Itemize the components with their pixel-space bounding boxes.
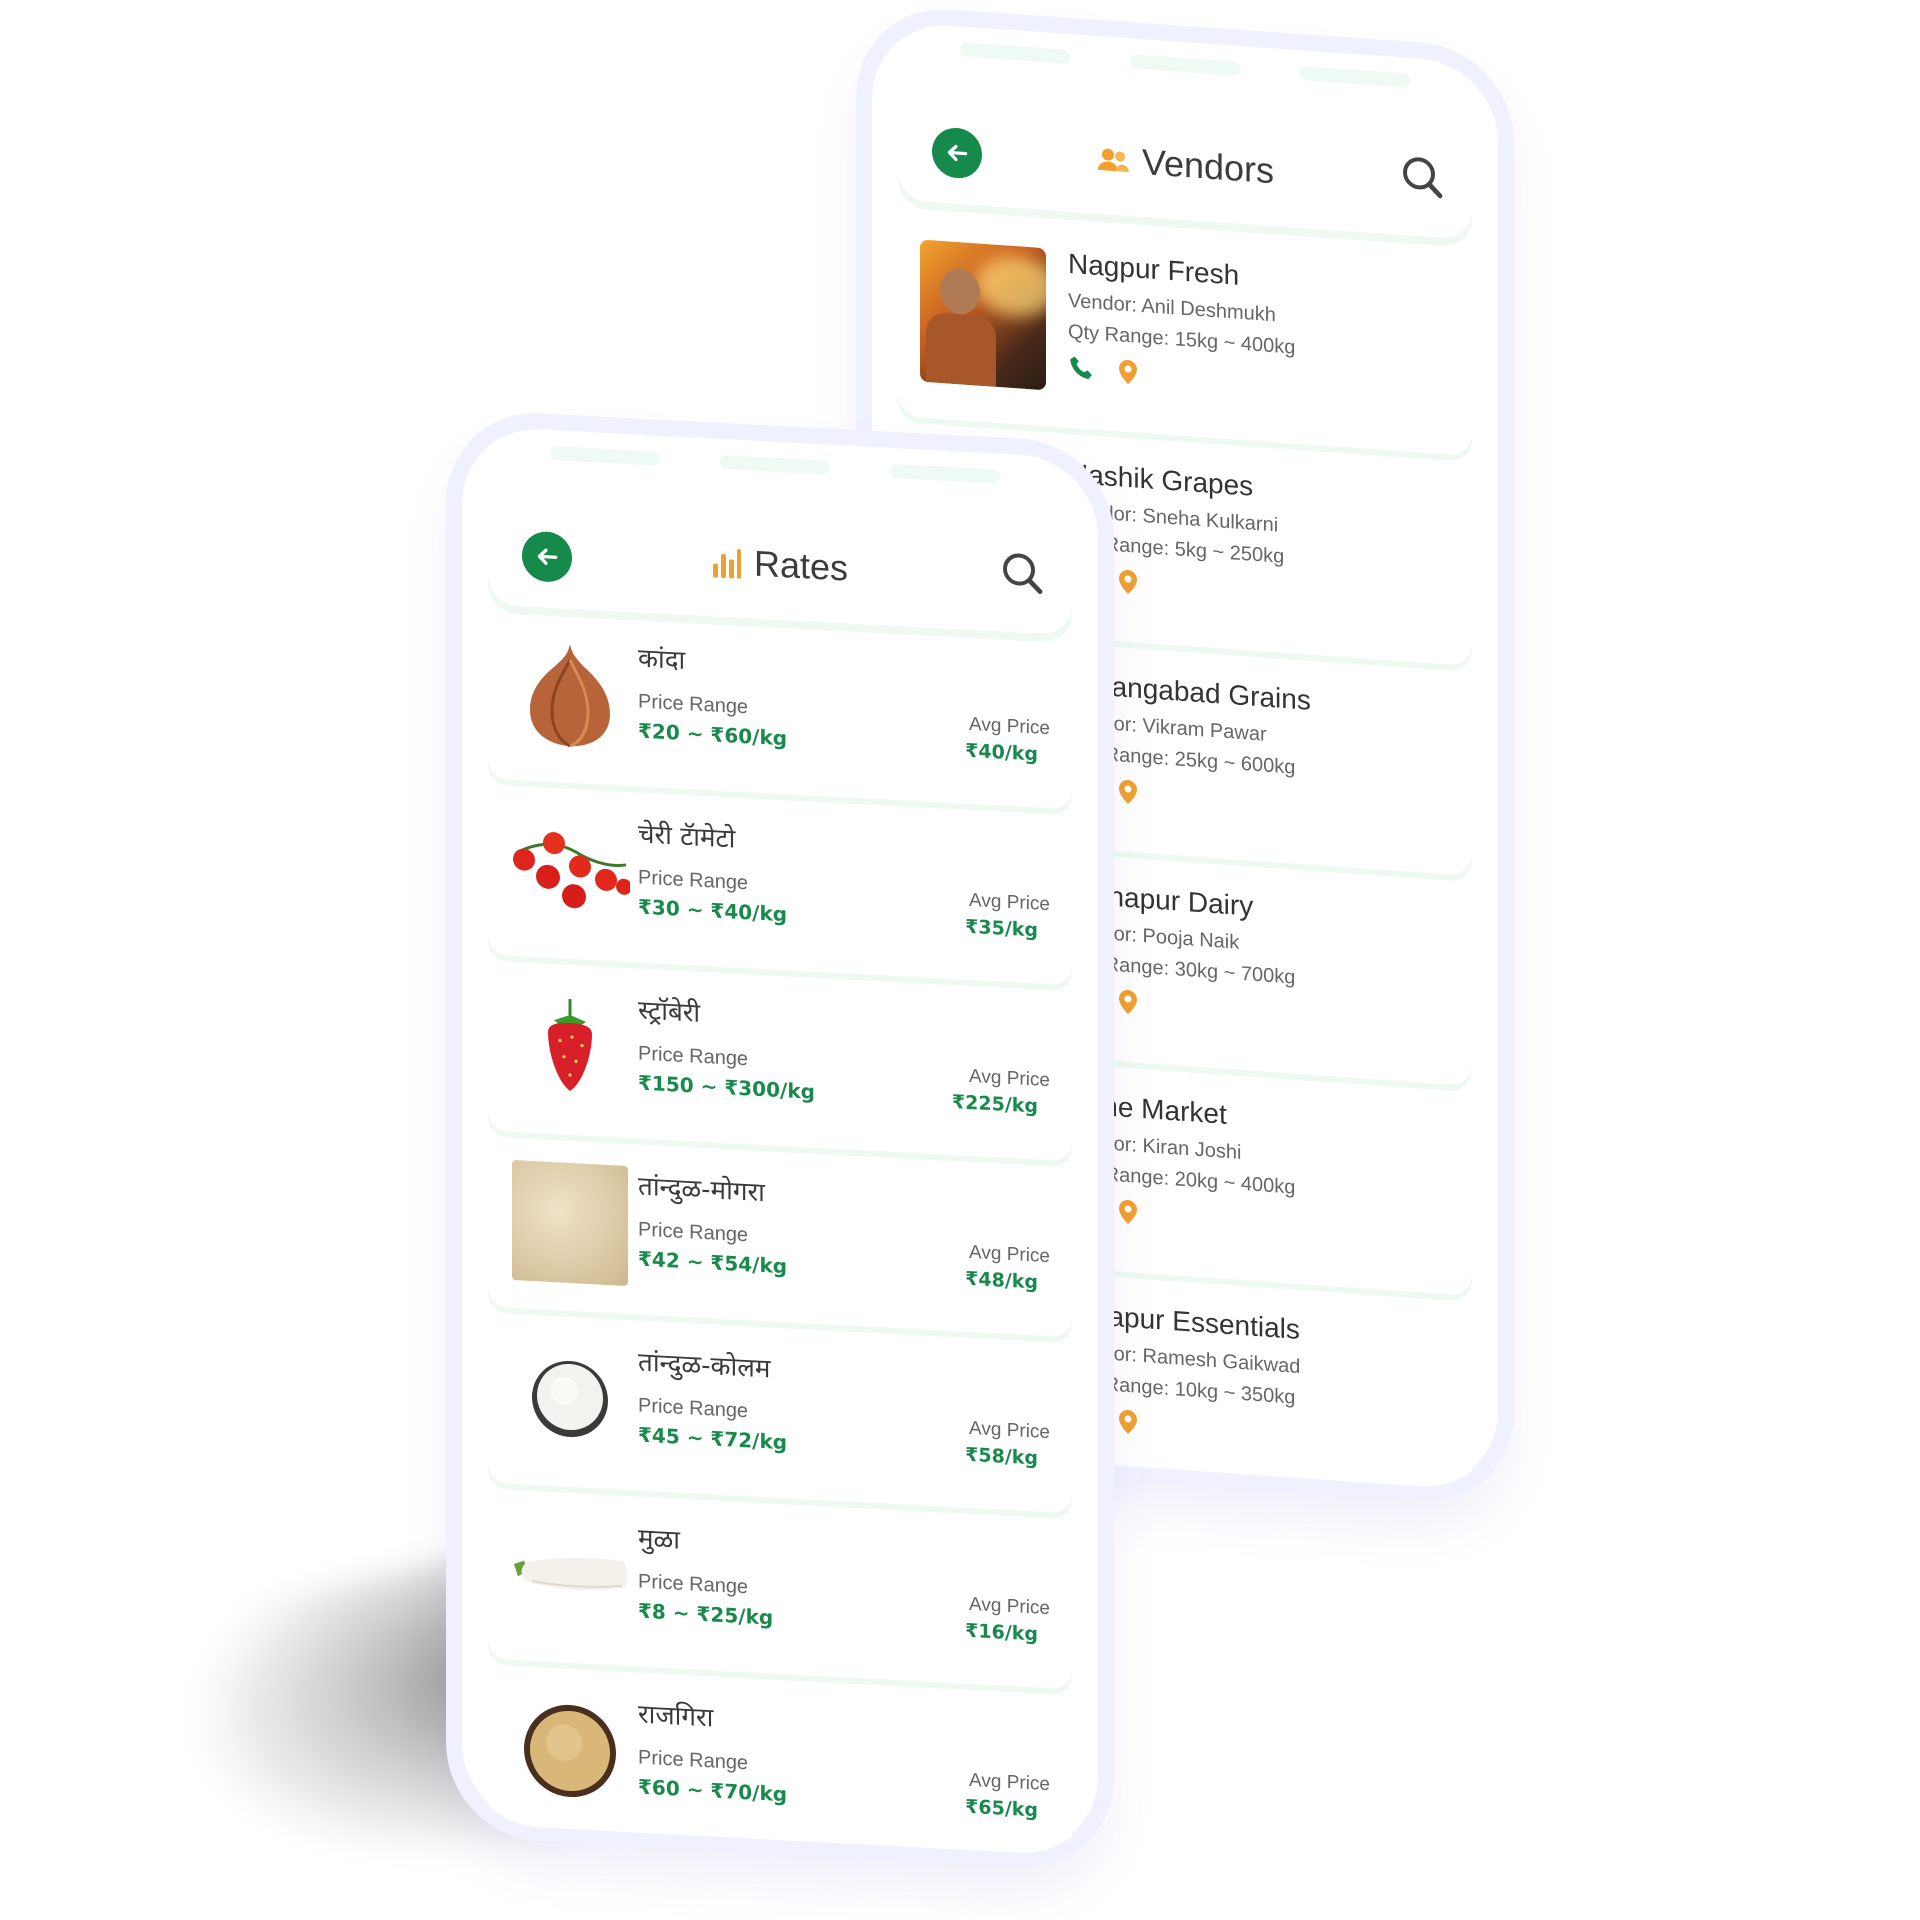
price-range: ₹8 ~ ₹25/kg xyxy=(638,1598,774,1630)
rate-item[interactable]: कांदा Price Range ₹20 ~ ₹60/kg Avg Price… xyxy=(488,616,1072,810)
avg-price: ₹58/kg xyxy=(965,1443,1038,1470)
avg-price: ₹16/kg xyxy=(965,1619,1038,1646)
item-name: कांदा xyxy=(638,643,686,677)
search-icon[interactable] xyxy=(1398,151,1446,202)
item-name: तांन्दुळ-मोगरा xyxy=(638,1171,765,1209)
price-range-label: Price Range xyxy=(638,866,749,895)
avg-price-label: Avg Price xyxy=(969,713,1050,740)
rate-item[interactable]: तांन्दुळ-मोगरा Price Range ₹42 ~ ₹54/kg … xyxy=(488,1144,1072,1338)
map-pin-icon[interactable] xyxy=(1116,1197,1142,1225)
avg-price: ₹65/kg xyxy=(965,1795,1038,1822)
page-title: Vendors xyxy=(898,124,1472,206)
item-name: स्ट्रॉबेरी xyxy=(638,995,701,1029)
avg-price-label: Avg Price xyxy=(969,1065,1050,1092)
rate-item[interactable]: स्ट्रॉबेरी Price Range ₹150 ~ ₹300/kg Av… xyxy=(488,968,1072,1162)
cherry-tomato-icon xyxy=(510,808,630,934)
page-title: Rates xyxy=(488,529,1072,602)
avg-price-label: Avg Price xyxy=(969,1417,1050,1444)
rate-item[interactable]: राजगिरा Price Range ₹60 ~ ₹70/kg Avg Pri… xyxy=(488,1672,1072,1857)
avg-price: ₹225/kg xyxy=(951,1091,1038,1118)
price-range: ₹150 ~ ₹300/kg xyxy=(638,1070,815,1104)
amaranth-bowl-icon xyxy=(510,1688,630,1814)
item-name: तांन्दुळ-कोलम xyxy=(638,1347,771,1385)
rates-header: Rates xyxy=(488,484,1072,636)
map-pin-icon[interactable] xyxy=(1116,567,1142,595)
price-range-label: Price Range xyxy=(638,1042,749,1071)
avg-price-label: Avg Price xyxy=(969,1241,1050,1268)
price-range-label: Price Range xyxy=(638,1570,749,1599)
item-name: मुळा xyxy=(638,1523,681,1556)
price-range-label: Price Range xyxy=(638,690,749,719)
rate-item[interactable]: मुळा Price Range ₹8 ~ ₹25/kg Avg Price ₹… xyxy=(488,1496,1072,1690)
rates-list: कांदा Price Range ₹20 ~ ₹60/kg Avg Price… xyxy=(488,616,1072,1857)
search-icon[interactable] xyxy=(998,547,1046,598)
rate-item[interactable]: चेरी टॅामेटो Price Range ₹30 ~ ₹40/kg Av… xyxy=(488,792,1072,986)
item-name: चेरी टॅामेटो xyxy=(638,819,736,855)
vendors-title: Vendors xyxy=(1141,140,1275,192)
rates-title: Rates xyxy=(753,542,849,589)
price-range-label: Price Range xyxy=(638,1218,749,1247)
price-range-label: Price Range xyxy=(638,1746,749,1775)
vendor-card[interactable]: Nagpur Fresh Vendor: Anil Deshmukh Qty R… xyxy=(898,219,1472,457)
map-pin-icon[interactable] xyxy=(1116,1407,1142,1435)
item-name: राजगिरा xyxy=(638,1699,714,1734)
price-range: ₹42 ~ ₹54/kg xyxy=(638,1246,788,1279)
map-pin-icon[interactable] xyxy=(1116,357,1142,385)
strawberry-icon xyxy=(510,984,630,1110)
avg-price: ₹48/kg xyxy=(965,1267,1038,1294)
avg-price: ₹35/kg xyxy=(965,915,1038,942)
avg-price-label: Avg Price xyxy=(969,1593,1050,1620)
price-range: ₹20 ~ ₹60/kg xyxy=(638,718,788,751)
people-icon xyxy=(1097,148,1129,173)
vendor-photo xyxy=(920,239,1046,391)
bar-chart-icon xyxy=(712,548,741,579)
price-range-label: Price Range xyxy=(638,1394,749,1423)
avg-price-label: Avg Price xyxy=(969,889,1050,916)
avg-price: ₹40/kg xyxy=(965,739,1038,766)
map-pin-icon[interactable] xyxy=(1116,987,1142,1015)
onion-icon xyxy=(510,632,630,758)
phone-icon[interactable] xyxy=(1068,354,1094,382)
radish-icon xyxy=(510,1512,630,1638)
rice-bowl-icon xyxy=(510,1336,630,1462)
price-range: ₹30 ~ ₹40/kg xyxy=(638,894,788,927)
rate-item[interactable]: तांन्दुळ-कोलम Price Range ₹45 ~ ₹72/kg A… xyxy=(488,1320,1072,1514)
rice-heap-icon xyxy=(510,1159,630,1287)
map-pin-icon[interactable] xyxy=(1116,777,1142,805)
rates-phone: Rates कांदा Price Range ₹20 ~ ₹60/kg Avg… xyxy=(460,423,1100,1857)
avg-price-label: Avg Price xyxy=(969,1769,1050,1796)
price-range: ₹60 ~ ₹70/kg xyxy=(638,1774,788,1807)
price-range: ₹45 ~ ₹72/kg xyxy=(638,1422,788,1455)
